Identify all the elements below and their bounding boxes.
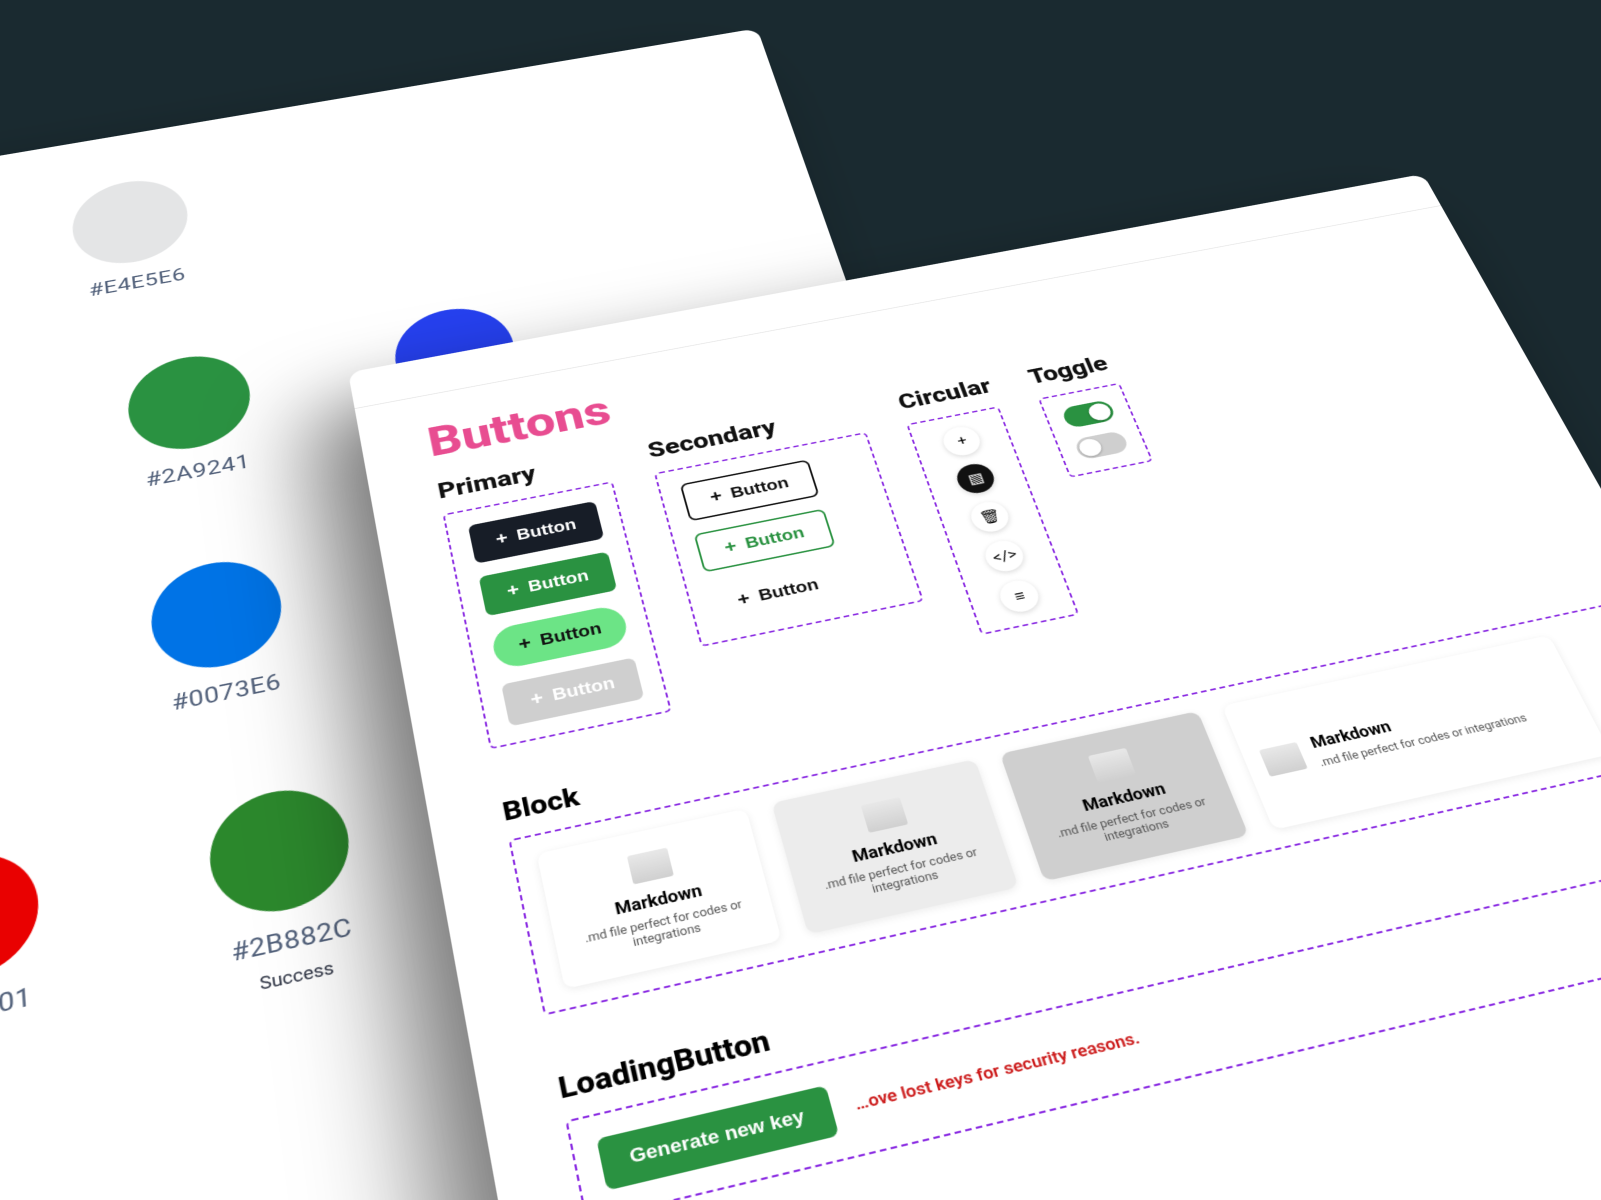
block-tile-hover[interactable]: Markdown.md file perfect for codes or in… [771,759,1018,934]
save-icon: ▧ [966,470,986,488]
color-swatch: #0073E6 [127,548,315,723]
block-tile[interactable]: Markdown.md file perfect for codes or in… [537,809,782,989]
primary-group: +Button +Button +Button +Button [443,481,673,749]
circular-heading: Circular [895,374,995,415]
trash-icon: 🗑 [977,507,1003,526]
color-hex: #E4E5E6 [88,265,187,301]
circular-group: + ▧ 🗑 </> ≡ [906,406,1079,635]
plus-icon: + [955,433,969,449]
color-hex: #2A9241 [145,451,252,492]
color-dot [146,551,288,679]
button-label: Button [515,516,578,544]
color-swatch: #2B882CSuccess [183,774,391,1007]
button-label: Button [538,619,603,649]
menu-icon: ≡ [1012,587,1027,605]
block-tile-horizontal[interactable]: Markdown.md file perfect for codes or in… [1222,635,1601,830]
plus-icon: + [722,538,738,556]
circular-button-add[interactable]: + [940,424,985,458]
color-dot [0,842,42,994]
color-swatch: #E4E5E6 [52,170,215,306]
plus-icon: + [505,581,521,600]
primary-button-dark[interactable]: + Button [468,501,605,564]
toggle-knob [1086,402,1113,422]
button-label: Button [551,674,617,705]
primary-button-mint[interactable]: +Button [490,604,631,671]
color-swatch: #E90101Error [0,838,70,1080]
color-name: Success [259,958,336,995]
primary-column: Primary +Button +Button +Button +Button [436,447,673,749]
file-icon [627,848,674,885]
toggle-heading: Toggle [1025,351,1116,390]
primary-button-green[interactable]: + Button [479,551,618,616]
toggle-off[interactable] [1073,430,1130,460]
circular-button-menu[interactable]: ≡ [996,577,1044,615]
plus-icon: + [494,530,509,548]
block-tile-active[interactable]: Markdown.md file perfect for codes or in… [1000,711,1249,881]
toggle-column: Toggle [1025,351,1153,478]
circular-button-delete[interactable]: 🗑 [967,499,1013,535]
toggle-group [1038,383,1153,478]
warning-text: …ove lost keys for security reasons. [852,1028,1142,1115]
button-label: Button [743,524,807,552]
circular-button-save[interactable]: ▧ [953,461,999,496]
generate-key-button[interactable]: Generate new key [596,1085,839,1190]
toggle-on[interactable] [1060,399,1116,429]
color-dot [124,347,256,459]
color-swatch: #3E5466 [0,603,17,784]
color-hex: #2B882C [230,913,354,968]
color-hex: #0073E6 [171,670,283,717]
button-label: Button [527,567,591,596]
secondary-group: +Button +Button +Button [654,432,924,647]
file-icon [861,797,909,833]
primary-button-disabled[interactable]: + Button [501,657,644,726]
plus-icon: + [529,689,545,709]
color-swatch: #171D27 [0,392,2,551]
color-hex: #E90101 [0,983,33,1039]
circular-button-code[interactable]: </> [981,538,1028,575]
color-swatch: #2A9241 [105,344,280,498]
button-label: Button [756,576,821,605]
secondary-column: Secondary +Button +Button +Button [645,399,924,647]
code-icon: </> [990,546,1019,566]
secondary-button-outline[interactable]: +Button [680,459,819,521]
secondary-button-outline-green[interactable]: + Button [694,509,835,573]
button-label: Button [728,474,791,502]
color-dot [204,778,358,924]
toggle-knob [1076,437,1104,458]
file-icon [1259,742,1308,777]
plus-icon: + [708,488,724,506]
design-system-mockup: #6CE486 #E4E5E6 SECONDARY #171D27 #2A924… [0,0,1601,1200]
plus-icon: + [517,634,533,654]
file-icon [1088,748,1136,783]
color-dot [69,173,193,272]
plus-icon: + [735,590,752,609]
secondary-button-ghost[interactable]: +Button [708,560,848,625]
